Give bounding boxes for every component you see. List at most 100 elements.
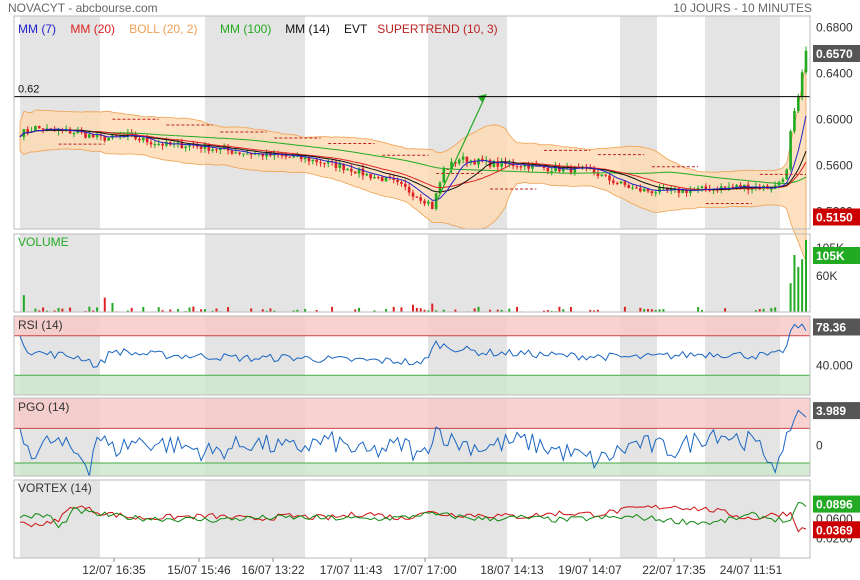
volume-bar [130,307,133,312]
volume-bar [477,306,480,312]
volume-bar [558,306,561,312]
vortex-plus-line [19,501,807,529]
candle-body [234,152,238,154]
candle-body [380,177,384,182]
volume-bar [431,303,434,312]
candle-body [423,200,426,204]
candle-body [211,149,214,151]
price-tick-label: 0.6800 [816,21,853,35]
candle-body [619,181,623,184]
volume-bar [801,259,804,312]
candle-body [157,143,161,145]
candle-body [804,50,808,73]
volume-bar [269,308,272,312]
rsi-panel-label: RSI (14) [18,318,63,332]
candle-body [149,142,153,145]
candle-body [407,186,411,193]
candle-body [654,192,658,194]
candle-body [796,96,800,111]
x-tick-label: 16/07 13:22 [241,563,305,577]
candle-body [199,146,203,149]
price-low-value: 0.5150 [816,210,853,224]
volume-bar [358,307,361,312]
candle-body [350,168,353,172]
volume-bar [400,307,403,312]
candle-body [770,188,773,190]
volume-bar [157,307,160,312]
volume-bar [57,307,60,312]
candle-body [34,126,37,132]
candle-body [639,188,642,192]
volume-bar [392,306,395,312]
candle-body [550,171,554,173]
chart-canvas: 0.620.68000.64000.60000.56000.52000.6570… [13,15,860,577]
candle-body [477,158,480,165]
rsi-high-zone [14,316,810,336]
chart-widget: NOVACYT - abcbourse.com 10 JOURS - 10 MI… [0,0,860,580]
candle-body [153,144,157,146]
candle-body [138,138,141,141]
candle-body [631,187,634,189]
volume-bar [774,307,777,312]
candle-body [461,156,465,160]
price-last-value: 0.6570 [816,47,853,61]
volume-bar [88,306,91,312]
volume-tick-label: 60K [816,269,837,283]
vortex-plus-value: 0.0896 [816,498,853,512]
legend-item-5: EVT [344,22,368,36]
price-session-band-1 [205,16,305,229]
volume-bar [69,307,72,312]
candle-body [519,166,523,168]
volume-bar [61,308,64,312]
volume-session-band-1 [205,234,305,312]
price-tick-label: 0.6400 [816,67,853,81]
volume-bar [331,306,334,312]
volume-bar [215,308,218,312]
candle-body [650,191,654,194]
candle-body [141,138,145,141]
candle-body [319,162,322,164]
candle-body [642,188,646,192]
pgo-high-zone [14,398,810,429]
candle-body [727,186,731,188]
candle-body [800,72,804,97]
candle-body [612,180,615,184]
candle-body [26,129,30,133]
candle-body [635,187,638,189]
candle-body [161,143,164,146]
candle-body [107,137,110,141]
rsi-low-zone [14,375,810,395]
candle-body [76,131,80,134]
x-tick-label: 18/07 14:13 [480,563,544,577]
x-tick-label: 15/07 15:46 [167,563,231,577]
candle-body [338,164,342,168]
candle-body [37,126,41,129]
candle-body [415,196,419,198]
rsi-tick-label: 40.000 [816,358,853,372]
volume-bar [111,303,114,312]
vortex-minus-value: 0.0369 [816,523,853,537]
pgo-low-zone [14,463,810,476]
volume-panel-frame [13,233,811,313]
volume-bar [34,308,37,312]
vortex-session-band-3 [620,480,657,558]
vortex-panel-label: VORTEX (14) [18,481,92,495]
legend-item-3: MM (100) [220,22,271,36]
candle-body [627,185,631,189]
candle-body [608,175,611,181]
volume-bar [623,306,626,312]
candle-body [246,153,249,155]
volume-bar [415,307,418,312]
volume-bar [569,307,572,312]
legend-item-2: BOLL (20, 2) [129,22,197,36]
price-tick-label: 0.5600 [816,159,853,173]
vortex-minus-line [19,504,807,533]
candle-body [615,183,619,185]
pgo-tick-label: 0 [816,439,823,453]
candle-body [373,177,376,179]
candle-body [88,134,91,138]
rsi-last-value: 78.36 [816,320,846,334]
candle-body [793,110,796,132]
candle-body [735,185,738,187]
candle-body [184,146,187,149]
